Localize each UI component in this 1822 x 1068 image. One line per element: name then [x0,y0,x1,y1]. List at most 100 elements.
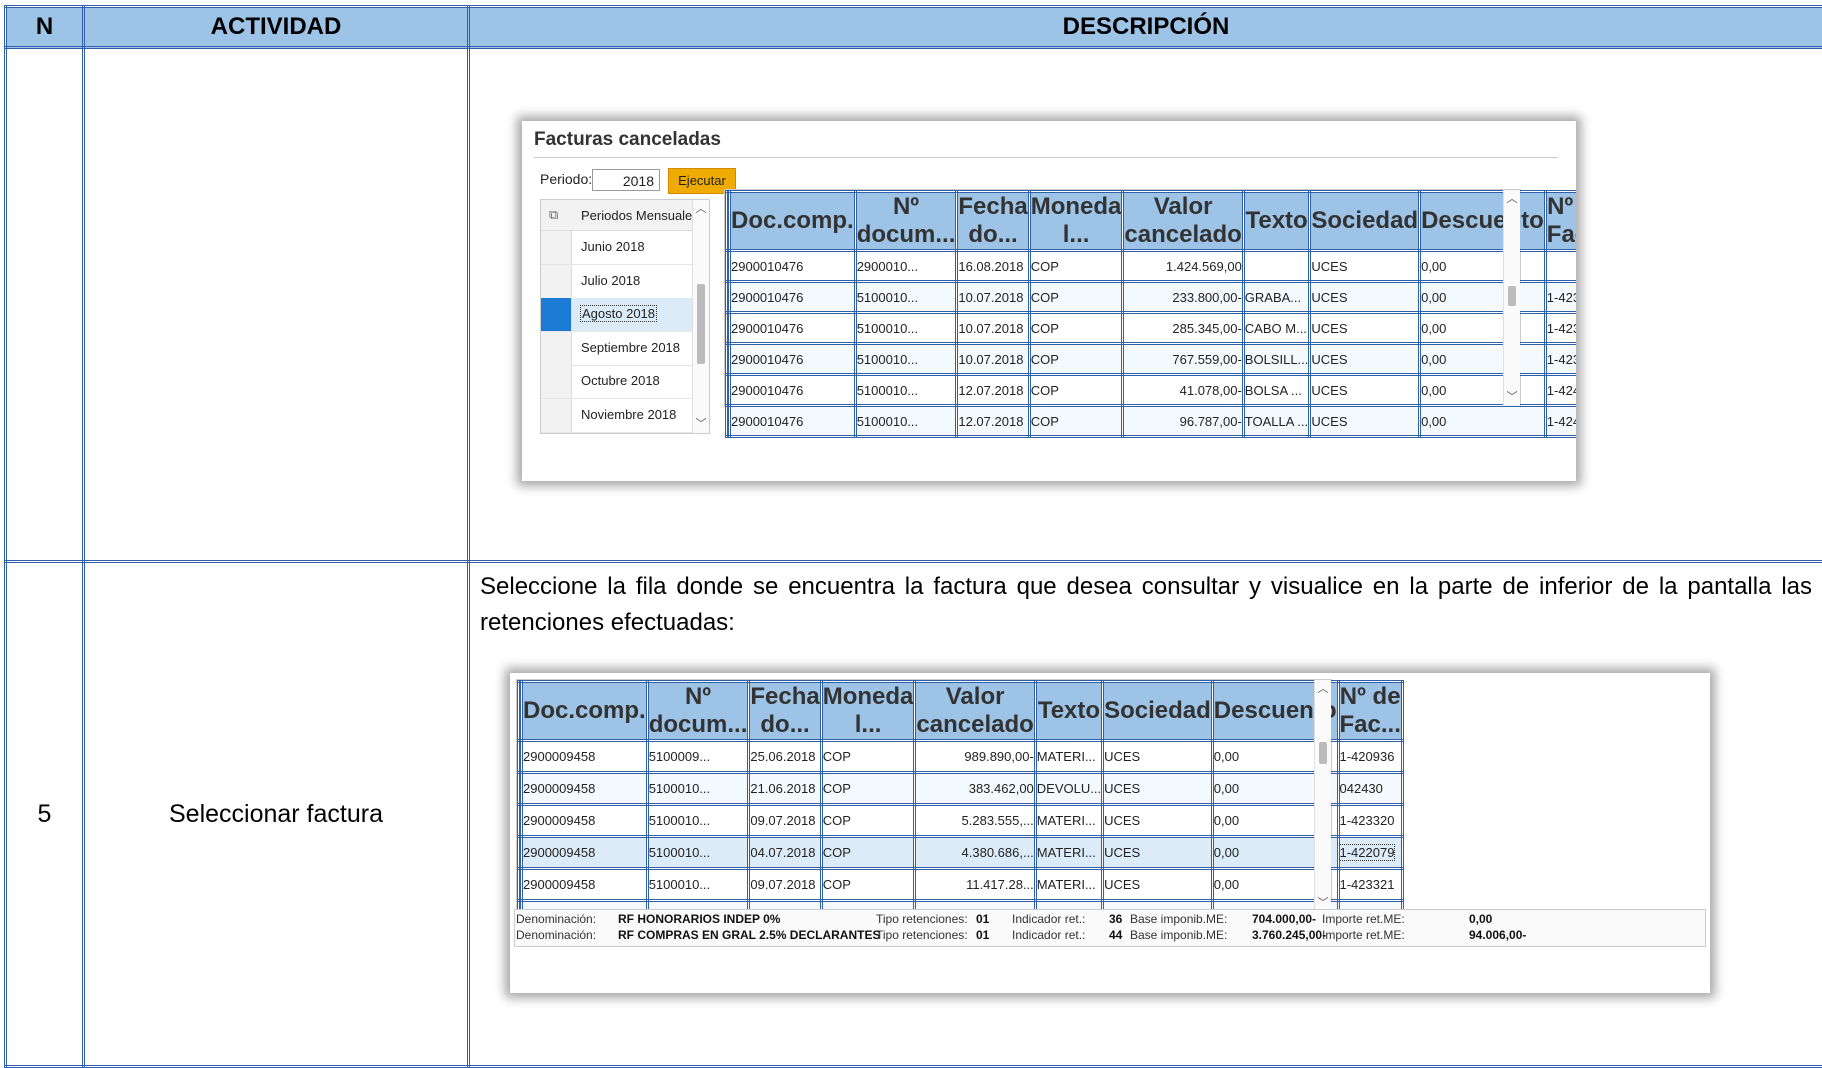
table-cell[interactable]: MATERI... [1035,869,1102,901]
table-row[interactable]: 29000104765100010...10.07.2018COP285.345… [727,313,1577,344]
chevron-down-icon[interactable]: ﹀ [693,417,709,431]
month-list-item[interactable]: Julio 2018 [541,265,693,299]
table-cell[interactable]: COP [1029,375,1123,406]
table-cell[interactable]: UCES [1103,869,1213,901]
table-row[interactable]: 29000104765100010...10.07.2018COP767.559… [727,344,1577,375]
table-cell[interactable]: COP [821,805,915,837]
table-cell[interactable]: 4.380.686,... [915,837,1035,869]
table-cell[interactable]: UCES [1103,773,1213,805]
table-row[interactable]: 29000104765100010...12.07.2018COP41.078,… [727,375,1577,406]
chevron-up-icon[interactable]: ︿ [693,202,709,216]
table-cell[interactable]: BOLSA ... [1243,375,1310,406]
table-cell[interactable]: UCES [1103,741,1213,773]
table-cell[interactable]: 2900010476 [730,406,856,437]
table-cell[interactable]: 767.559,00- [1123,344,1243,375]
table-cell[interactable]: 2900010... [855,251,957,282]
table-cell[interactable]: 5100010... [855,313,957,344]
table-cell[interactable]: 2900010476 [730,313,856,344]
table-cell[interactable]: COP [1029,313,1123,344]
column-header[interactable]: Doc.comp. [730,192,856,251]
chevron-up-icon[interactable]: ︿ [1315,682,1331,696]
table-cell[interactable]: 0,00 [1420,375,1546,406]
table-cell[interactable]: COP [821,741,915,773]
table-cell[interactable]: 0,00 [1420,282,1546,313]
table-cell[interactable]: COP [821,773,915,805]
row-selector[interactable] [541,265,572,298]
periodo-input[interactable]: 2018 [592,169,660,191]
table-cell[interactable]: COP [821,869,915,901]
table-cell[interactable]: 04.07.2018 [749,837,821,869]
table-cell[interactable]: 383.462,00 [915,773,1035,805]
table-cell[interactable]: 989.890,00- [915,741,1035,773]
scroll-thumb[interactable] [1319,742,1327,764]
table-cell[interactable]: 5100010... [647,869,749,901]
table-cell[interactable]: GRABA... [1243,282,1310,313]
table-cell[interactable]: UCES [1310,313,1420,344]
select-all-icon[interactable]: ⧉ [549,208,563,221]
table-cell[interactable]: 2900010476 [730,344,856,375]
table-cell[interactable]: 1.424.569,00 [1123,251,1243,282]
column-header[interactable]: Fecha do... [957,192,1029,251]
column-header[interactable]: Texto [1035,682,1102,741]
table-row[interactable]: 29000094585100010...09.07.2018COP11.417.… [519,869,1403,901]
table-cell[interactable]: TOALLA ... [1243,406,1310,437]
table-cell[interactable]: 5.283.555,... [915,805,1035,837]
table-cell[interactable]: COP [1029,406,1123,437]
table-cell[interactable]: 1-420936 [1338,741,1402,773]
table-cell[interactable]: MATERI... [1035,741,1102,773]
table-cell[interactable]: 5100010... [855,406,957,437]
table-cell[interactable]: COP [821,837,915,869]
table-cell[interactable]: 2900010476 [730,282,856,313]
column-header[interactable]: Nº de Fac... [1545,192,1576,251]
column-header[interactable]: Doc.comp. [522,682,648,741]
column-header[interactable]: Nº de Fac... [1338,682,1402,741]
grid-scrollbar[interactable]: ︿ ﹀ [1314,680,1331,912]
table-cell[interactable]: 1-423320 [1338,805,1402,837]
table-row[interactable]: 29000094585100009...25.06.2018COP989.890… [519,741,1403,773]
table-cell[interactable]: 1-424213 [1545,406,1576,437]
scroll-thumb[interactable] [697,284,705,364]
table-cell[interactable]: 5100009... [647,741,749,773]
table-row[interactable]: 29000094585100010...04.07.2018COP4.380.6… [519,837,1403,869]
table-cell[interactable]: 285.345,00- [1123,313,1243,344]
table-cell[interactable]: UCES [1310,375,1420,406]
table-cell[interactable]: 10.07.2018 [957,344,1029,375]
table-cell[interactable]: UCES [1310,251,1420,282]
table-cell[interactable]: UCES [1310,344,1420,375]
table-cell[interactable]: 2900009458 [522,869,648,901]
column-header[interactable]: Valor cancelado [1123,192,1243,251]
column-header[interactable]: Valor cancelado [915,682,1035,741]
table-cell[interactable]: 1-424214 [1545,375,1576,406]
table-cell[interactable]: MATERI... [1035,805,1102,837]
table-cell[interactable]: 11.417.28... [915,869,1035,901]
column-header[interactable]: Texto [1243,192,1310,251]
table-cell[interactable]: 233.800,00- [1123,282,1243,313]
table-row[interactable]: 29000094585100010...09.07.2018COP5.283.5… [519,805,1403,837]
row-selector[interactable] [541,298,572,331]
table-cell[interactable]: 0,00 [1420,313,1546,344]
month-list-item[interactable]: Agosto 2018 [541,298,693,332]
table-cell[interactable]: 0,00 [1420,344,1546,375]
table-row[interactable]: 29000104765100010...10.07.2018COP233.800… [727,282,1577,313]
table-row[interactable]: 29000094585100010...21.06.2018COP383.462… [519,773,1403,805]
table-cell[interactable]: 12.07.2018 [957,406,1029,437]
table-cell[interactable]: 2900009458 [522,741,648,773]
column-header[interactable]: Sociedad [1310,192,1420,251]
table-cell[interactable]: 09.07.2018 [749,805,821,837]
column-header[interactable]: Moneda l... [1029,192,1123,251]
table-cell[interactable]: COP [1029,251,1123,282]
table-cell[interactable]: BOLSILL... [1243,344,1310,375]
table-cell[interactable]: 10.07.2018 [957,313,1029,344]
column-header[interactable]: Moneda l... [821,682,915,741]
table-cell[interactable]: UCES [1103,805,1213,837]
table-cell[interactable]: 12.07.2018 [957,375,1029,406]
table-cell[interactable]: 1-423321 [1338,869,1402,901]
table-cell[interactable]: MATERI... [1035,837,1102,869]
table-cell[interactable]: 0,00 [1420,406,1546,437]
table-cell[interactable]: 5100010... [855,282,957,313]
column-header[interactable]: Descuento [1420,192,1546,251]
table-cell[interactable]: 21.06.2018 [749,773,821,805]
table-cell[interactable]: DEVOLU... [1035,773,1102,805]
table-cell[interactable]: 1-423424 [1545,282,1576,313]
month-list-item[interactable]: Junio 2018 [541,231,693,265]
